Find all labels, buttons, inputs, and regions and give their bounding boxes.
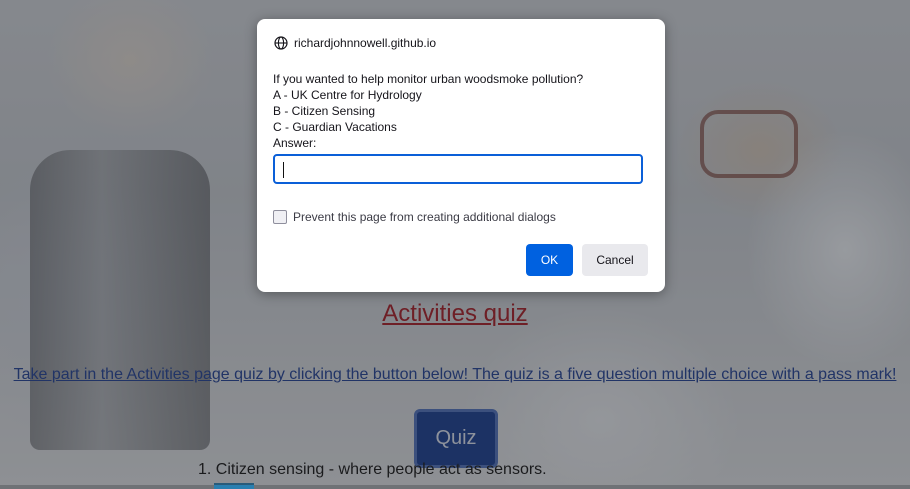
dialog-message-line: A - UK Centre for Hydrology [273, 88, 422, 102]
dialog-origin-text: richardjohnnowell.github.io [294, 36, 437, 50]
dialog-message-line: Answer: [273, 136, 317, 150]
dialog-message-line: B - Citizen Sensing [273, 104, 376, 118]
ok-button[interactable]: OK [526, 244, 573, 276]
prompt-dialog: richardjohnnowell.github.io If you wante… [257, 19, 665, 292]
prevent-dialogs-checkbox[interactable] [273, 210, 287, 224]
globe-icon [274, 36, 288, 50]
answer-input[interactable] [273, 154, 643, 184]
cancel-button[interactable]: Cancel [582, 244, 648, 276]
text-caret [283, 162, 284, 178]
dialog-message-line: C - Guardian Vacations [273, 120, 397, 134]
dialog-message: If you wanted to help monitor urban wood… [273, 71, 583, 151]
prevent-dialogs-label[interactable]: Prevent this page from creating addition… [293, 210, 556, 224]
dialog-message-line: If you wanted to help monitor urban wood… [273, 72, 584, 86]
dialog-origin: richardjohnnowell.github.io [274, 36, 436, 50]
prevent-dialogs-row[interactable]: Prevent this page from creating addition… [273, 210, 556, 224]
